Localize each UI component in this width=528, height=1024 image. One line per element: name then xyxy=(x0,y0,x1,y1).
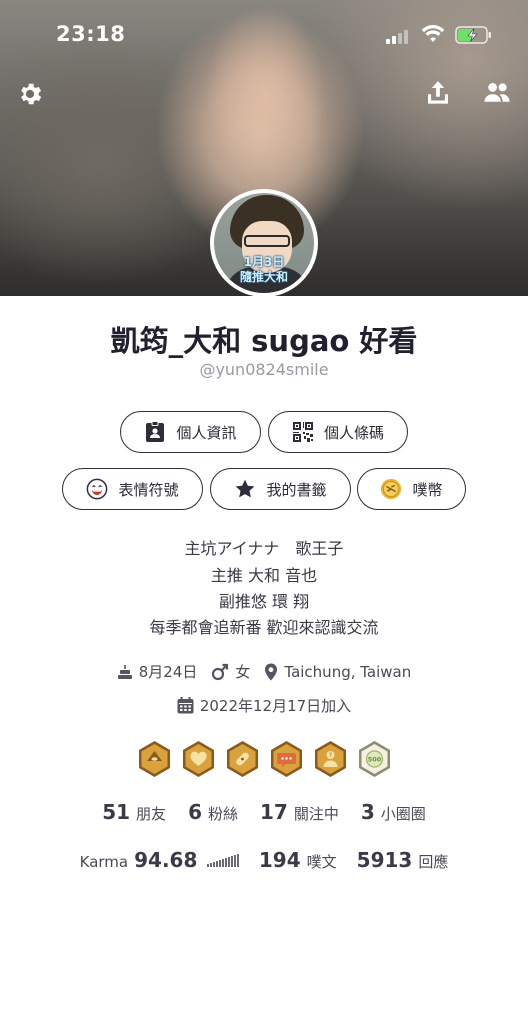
fans-stat[interactable]: 6 粉絲 xyxy=(188,800,238,824)
friends-label: 朋友 xyxy=(136,805,167,823)
responses-count: 5913 xyxy=(356,848,413,872)
responses-stat[interactable]: 5913 回應 xyxy=(357,848,449,872)
friends-stats-row: 51 朋友 6 粉絲 17 關注中 3 小圈圈 xyxy=(0,800,528,824)
plurks-stat[interactable]: 194 噗文 xyxy=(259,848,337,872)
gender-item: 女 xyxy=(211,661,250,682)
bookmarks-button[interactable]: 我的書籤 xyxy=(210,468,351,510)
coin-icon xyxy=(380,478,402,500)
fans-label: 粉絲 xyxy=(207,805,238,823)
profile-display-name: 凱筠_大和 sugao 好看 xyxy=(110,324,418,358)
500-badge-icon[interactable]: 500 xyxy=(357,740,392,778)
svg-text:500: 500 xyxy=(367,756,381,764)
calendar-icon xyxy=(177,697,194,714)
fans-count: 6 xyxy=(188,800,202,824)
star-icon xyxy=(234,478,256,500)
following-stat[interactable]: 17 關注中 xyxy=(260,800,339,824)
location-pin-icon xyxy=(265,663,278,680)
joined-date-row: 2022年12月17日加入 xyxy=(0,695,528,716)
bio-line: 每季都會追新番 歡迎來認識交流 xyxy=(149,618,379,637)
profile-handle: @yun0824smile xyxy=(199,360,329,379)
emoticons-label: 表情符號 xyxy=(118,480,179,499)
gender-text: 女 xyxy=(235,663,251,681)
cliques-stat[interactable]: 3 小圈圈 xyxy=(361,800,426,824)
karma-label: Karma xyxy=(79,853,129,871)
friends-stat[interactable]: 51 朋友 xyxy=(102,800,166,824)
bio-line: 主推 大和 音也 xyxy=(210,566,318,585)
chat-badge-icon[interactable] xyxy=(269,740,304,778)
avatar-caption-line2: 隨推大和 xyxy=(239,270,288,284)
location-item: Taichung, Taiwan xyxy=(264,661,411,682)
bio-line: 主坑アイナナ 歌王子 xyxy=(184,539,344,558)
avatar-caption: 1月3日 隨推大和 xyxy=(214,255,314,285)
following-count: 17 xyxy=(260,800,288,824)
wifi-icon xyxy=(421,25,445,42)
heart-badge-icon[interactable] xyxy=(181,740,216,778)
following-label: 關注中 xyxy=(293,805,339,823)
plurk-coins-button[interactable]: 噗幣 xyxy=(357,468,466,510)
birthday-text: 8月24日 xyxy=(138,663,198,681)
plurks-count: 194 xyxy=(258,848,301,872)
avatar-caption-line1: 1月3日 xyxy=(243,255,285,269)
bookmarks-label: 我的書籤 xyxy=(266,480,327,499)
personal-qrcode-button[interactable]: 個人條碼 xyxy=(268,411,408,453)
location-text: Taichung, Taiwan xyxy=(284,662,412,681)
person-badge-icon[interactable]: ? xyxy=(313,740,348,778)
id-card-icon xyxy=(144,421,166,443)
birthday-item: 8月24日 xyxy=(117,661,198,682)
profile-info-label: 個人資訊 xyxy=(176,423,237,442)
avatar-glasses xyxy=(244,235,290,247)
male-gender-icon xyxy=(212,663,229,680)
bandage-badge-icon[interactable] xyxy=(225,740,260,778)
karma-value: 94.68 xyxy=(134,848,198,872)
qr-code-icon xyxy=(292,421,314,443)
bio-line: 副推悠 環 翔 xyxy=(218,592,310,611)
status-time: 23:18 xyxy=(56,22,126,46)
karma-stat[interactable]: Karma 94.68 xyxy=(80,848,239,872)
cliques-label: 小圈圈 xyxy=(380,805,426,823)
plurks-label: 噗文 xyxy=(306,853,337,871)
svg-text:?: ? xyxy=(328,752,331,759)
profile-meta-row: 8月24日 女 Taichung, Taiwan xyxy=(0,661,528,682)
friends-count: 51 xyxy=(102,800,131,824)
cellular-signal-icon xyxy=(386,28,412,44)
personal-qrcode-label: 個人條碼 xyxy=(323,423,384,442)
cliques-count: 3 xyxy=(360,800,375,824)
birthday-cake-icon xyxy=(117,664,132,679)
eye-badge-icon[interactable] xyxy=(137,740,172,778)
friends-icon[interactable] xyxy=(481,77,513,109)
status-bar: 23:18 xyxy=(0,0,528,70)
emoji-icon xyxy=(86,478,108,500)
battery-charging-icon xyxy=(455,26,491,44)
responses-label: 回應 xyxy=(418,853,449,871)
profile-info-button[interactable]: 個人資訊 xyxy=(120,411,261,453)
badges-row: ? 500 xyxy=(0,740,528,778)
plurk-coins-label: 噗幣 xyxy=(412,480,443,499)
karma-trend-icon xyxy=(207,853,239,867)
joined-date-text: 2022年12月17日加入 xyxy=(199,697,352,715)
profile-avatar[interactable]: 1月3日 隨推大和 xyxy=(210,189,318,297)
settings-gear-icon[interactable] xyxy=(14,78,46,110)
emoticons-button[interactable]: 表情符號 xyxy=(62,468,203,510)
karma-stats-row: Karma 94.68 194 噗文 5913 回應 xyxy=(0,848,528,872)
share-icon[interactable] xyxy=(422,77,454,109)
